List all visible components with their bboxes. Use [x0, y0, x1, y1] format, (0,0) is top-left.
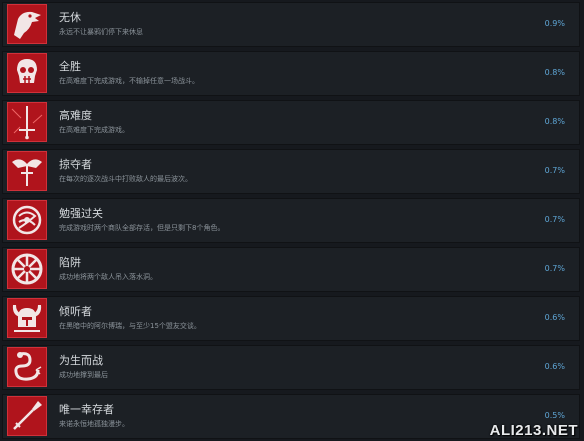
achievement-description: 在高难度下完成游戏，不输掉任意一场战斗。 [59, 77, 199, 85]
knot-icon [7, 200, 47, 240]
skull-icon [7, 53, 47, 93]
achievement-row[interactable]: 倾听者 在黑暗中的阿尔博瑞，与至少15个盟友交谈。 0.6% [2, 296, 580, 341]
achievement-row[interactable]: 勉强过关 完成游戏时两个商队全部存活，但是只剩下8个角色。 0.7% [2, 198, 580, 243]
achievement-list: 无休 永远不让暴鸦们停下来休息 0.9% 全胜 在高难度下完成游戏，不输掉任意一… [0, 0, 584, 441]
raven-head-icon [7, 4, 47, 44]
achievement-row[interactable]: 无休 永远不让暴鸦们停下来休息 0.9% [2, 2, 580, 47]
achievement-description: 永远不让暴鸦们停下来休息 [59, 28, 143, 36]
achievement-row[interactable]: 高难度 在高难度下完成游戏。 0.8% [2, 100, 580, 145]
achievement-unlock-rate: 0.8% [544, 68, 565, 77]
achievement-description: 成功地将两个敌人吊入落水洞。 [59, 273, 157, 281]
achievement-title: 唯一幸存者 [59, 403, 114, 416]
achievement-row[interactable]: 全胜 在高难度下完成游戏，不输掉任意一场战斗。 0.8% [2, 51, 580, 96]
achievement-unlock-rate: 0.7% [544, 166, 565, 175]
achievement-unlock-rate: 0.7% [544, 264, 565, 273]
achievement-description: 来诺永恒地孤独漫步。 [59, 420, 129, 428]
achievement-row[interactable]: 为生而战 成功地撑到最后 0.6% [2, 345, 580, 390]
achievement-unlock-rate: 0.6% [544, 362, 565, 371]
eagle-sword-icon [7, 151, 47, 191]
achievement-title: 陷阱 [59, 256, 81, 269]
achievement-row[interactable]: 陷阱 成功地将两个敌人吊入落水洞。 0.7% [2, 247, 580, 292]
achievement-row[interactable]: 掠夺者 在每次的逐次战斗中打败敌人的最后波次。 0.7% [2, 149, 580, 194]
site-watermark: ALI213.NET [489, 422, 578, 439]
achievement-description: 成功地撑到最后 [59, 371, 108, 379]
spear-icon [7, 396, 47, 436]
achievement-title: 倾听者 [59, 305, 92, 318]
achievement-unlock-rate: 0.8% [544, 117, 565, 126]
achievement-description: 在高难度下完成游戏。 [59, 126, 129, 134]
achievement-description: 在黑暗中的阿尔博瑞，与至少15个盟友交谈。 [59, 322, 201, 330]
achievement-title: 无休 [59, 11, 81, 24]
sword-icon [7, 102, 47, 142]
achievement-unlock-rate: 0.9% [544, 19, 565, 28]
achievement-title: 全胜 [59, 60, 81, 73]
achievement-title: 勉强过关 [59, 207, 103, 220]
achievement-title: 高难度 [59, 109, 92, 122]
achievement-title: 为生而战 [59, 354, 103, 367]
achievement-title: 掠夺者 [59, 158, 92, 171]
achievement-description: 完成游戏时两个商队全部存活，但是只剩下8个角色。 [59, 224, 225, 232]
achievement-unlock-rate: 0.5% [544, 411, 565, 420]
trap-wheel-icon [7, 249, 47, 289]
serpent-icon [7, 347, 47, 387]
achievement-unlock-rate: 0.7% [544, 215, 565, 224]
achievement-description: 在每次的逐次战斗中打败敌人的最后波次。 [59, 175, 192, 183]
horned-helmet-icon [7, 298, 47, 338]
achievement-unlock-rate: 0.6% [544, 313, 565, 322]
